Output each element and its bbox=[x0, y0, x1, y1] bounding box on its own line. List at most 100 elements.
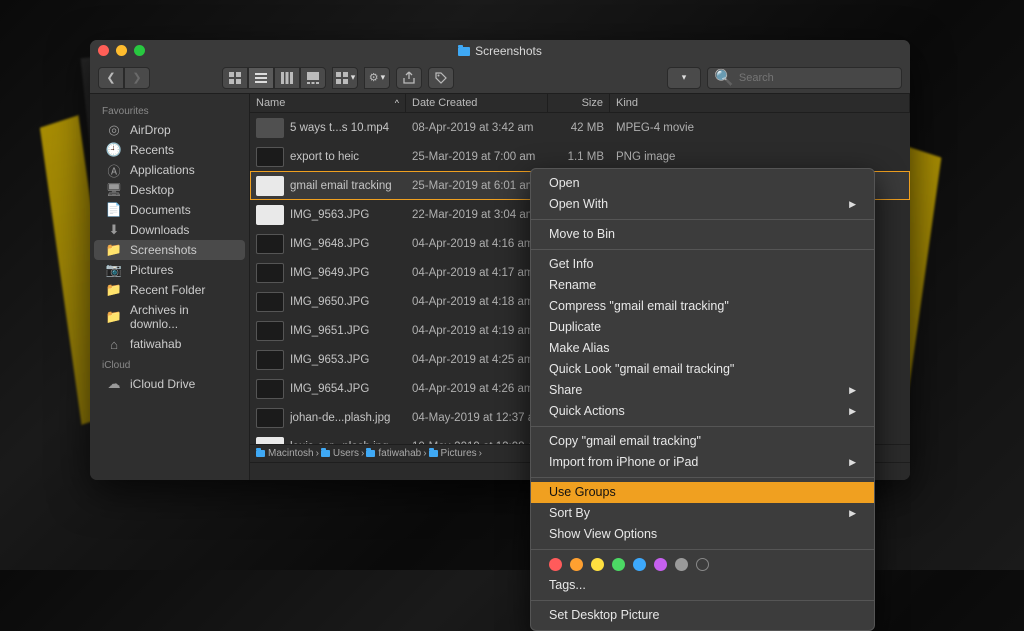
sidebar-item-desktop[interactable]: 🖥Desktop bbox=[94, 180, 245, 200]
menu-item-label: Open With bbox=[549, 196, 608, 213]
menu-separator bbox=[531, 219, 874, 220]
sidebar-item-archives-in-downlo-[interactable]: 📁Archives in downlo... bbox=[94, 300, 245, 334]
sidebar-item-airdrop[interactable]: ◎ AirDrop bbox=[94, 120, 245, 140]
menu-item-quick-actions[interactable]: Quick Actions bbox=[531, 401, 874, 422]
toolbar: ❮ ❯ ▾ ⚙▾ ▾ 🔍 bbox=[90, 62, 910, 94]
forward-button[interactable]: ❯ bbox=[124, 67, 150, 89]
documents-icon: 📄 bbox=[106, 203, 122, 217]
list-view-button[interactable] bbox=[248, 67, 274, 89]
context-menu: OpenOpen WithMove to BinGet InfoRenameCo… bbox=[530, 168, 875, 631]
table-row[interactable]: export to heic25-Mar-2019 at 7:00 am1.1 … bbox=[250, 142, 910, 171]
menu-item-label: Sort By bbox=[549, 505, 590, 522]
minimize-button[interactable] bbox=[116, 45, 127, 56]
share-button[interactable] bbox=[396, 67, 422, 89]
menu-item-show-view-options[interactable]: Show View Options bbox=[531, 524, 874, 545]
file-thumbnail bbox=[256, 437, 284, 445]
sidebar-item-documents[interactable]: 📄Documents bbox=[94, 200, 245, 220]
folder-icon bbox=[256, 450, 265, 457]
menu-item-label: Quick Actions bbox=[549, 403, 625, 420]
recents-icon: 🕘 bbox=[106, 143, 122, 157]
tags-button[interactable] bbox=[428, 67, 454, 89]
close-button[interactable] bbox=[98, 45, 109, 56]
breadcrumb[interactable]: Users bbox=[321, 448, 359, 459]
column-date[interactable]: Date Created bbox=[406, 94, 548, 112]
file-name: 5 ways t...s 10.mp4 bbox=[290, 122, 389, 134]
sidebar-item-label: Downloads bbox=[130, 223, 189, 237]
icon-view-button[interactable] bbox=[222, 67, 248, 89]
zoom-button[interactable] bbox=[134, 45, 145, 56]
file-name: IMG_9653.JPG bbox=[290, 354, 369, 366]
menu-item-move-to-bin[interactable]: Move to Bin bbox=[531, 224, 874, 245]
file-thumbnail bbox=[256, 147, 284, 167]
menu-item-copy-gmail-email-tracking[interactable]: Copy "gmail email tracking" bbox=[531, 431, 874, 452]
sidebar-item-label: Recents bbox=[130, 143, 174, 157]
search-icon: 🔍 bbox=[714, 68, 734, 88]
breadcrumb[interactable]: fatiwahab bbox=[366, 448, 421, 459]
menu-item-rename[interactable]: Rename bbox=[531, 275, 874, 296]
column-view-button[interactable] bbox=[274, 67, 300, 89]
table-row[interactable]: 5 ways t...s 10.mp408-Apr-2019 at 3:42 a… bbox=[250, 113, 910, 142]
menu-item-get-info[interactable]: Get Info bbox=[531, 254, 874, 275]
column-name[interactable]: Name^ bbox=[250, 94, 406, 112]
sidebar-section-header: Favourites bbox=[90, 100, 249, 120]
menu-item-use-groups[interactable]: Use Groups bbox=[531, 482, 874, 503]
tag-icon bbox=[434, 71, 448, 85]
sidebar-item-recents[interactable]: 🕘 Recents bbox=[94, 140, 245, 160]
file-name: johan-de...plash.jpg bbox=[290, 412, 390, 424]
menu-item-open[interactable]: Open bbox=[531, 173, 874, 194]
menu-item-import-from-iphone-or-ipad[interactable]: Import from iPhone or iPad bbox=[531, 452, 874, 473]
gear-icon: ⚙ bbox=[369, 71, 379, 84]
file-date: 04-May-2019 at 12:37 a bbox=[406, 412, 548, 424]
file-date: 04-Apr-2019 at 4:18 am bbox=[406, 296, 548, 308]
sidebar-item-downloads[interactable]: ⬇Downloads bbox=[94, 220, 245, 240]
menu-item-tags[interactable]: Tags... bbox=[531, 575, 874, 596]
tag-color[interactable] bbox=[549, 558, 562, 571]
menu-item-label: Tags... bbox=[549, 577, 586, 594]
column-size[interactable]: Size bbox=[548, 94, 610, 112]
menu-item-set-desktop-picture[interactable]: Set Desktop Picture bbox=[531, 605, 874, 626]
file-date: 22-Mar-2019 at 3:04 am bbox=[406, 209, 548, 221]
tag-none[interactable] bbox=[696, 558, 709, 571]
tag-color[interactable] bbox=[675, 558, 688, 571]
menu-item-compress-gmail-email-tracking[interactable]: Compress "gmail email tracking" bbox=[531, 296, 874, 317]
sidebar-item-label: AirDrop bbox=[130, 123, 171, 137]
sidebar-item-icloud-drive[interactable]: ☁iCloud Drive bbox=[94, 374, 245, 394]
menu-item-open-with[interactable]: Open With bbox=[531, 194, 874, 215]
tag-color[interactable] bbox=[570, 558, 583, 571]
sidebar-item-label: Applications bbox=[130, 163, 195, 177]
menu-item-share[interactable]: Share bbox=[531, 380, 874, 401]
airdrop-icon: ◎ bbox=[106, 123, 122, 137]
tag-color[interactable] bbox=[633, 558, 646, 571]
breadcrumb-separator: › bbox=[361, 448, 364, 459]
tag-color[interactable] bbox=[612, 558, 625, 571]
menu-tag-picker bbox=[531, 554, 874, 575]
menu-item-duplicate[interactable]: Duplicate bbox=[531, 317, 874, 338]
sidebar-item-applications[interactable]: ⒶApplications bbox=[94, 160, 245, 180]
arrange-button[interactable]: ▾ bbox=[332, 67, 358, 89]
search-input[interactable] bbox=[739, 72, 895, 84]
file-thumbnail bbox=[256, 263, 284, 283]
breadcrumb[interactable]: Pictures bbox=[429, 448, 477, 459]
file-thumbnail bbox=[256, 176, 284, 196]
sidebar-item-label: Recent Folder bbox=[130, 283, 205, 297]
search-field[interactable]: 🔍 bbox=[707, 67, 902, 89]
sidebar-item-recent-folder[interactable]: 📁Recent Folder bbox=[94, 280, 245, 300]
gallery-view-button[interactable] bbox=[300, 67, 326, 89]
sidebar-item-label: Archives in downlo... bbox=[130, 303, 233, 331]
breadcrumb[interactable]: Macintosh bbox=[256, 448, 314, 459]
menu-item-make-alias[interactable]: Make Alias bbox=[531, 338, 874, 359]
sidebar-item-fatiwahab[interactable]: ⌂fatiwahab bbox=[94, 334, 245, 354]
back-button[interactable]: ❮ bbox=[98, 67, 124, 89]
tag-color[interactable] bbox=[591, 558, 604, 571]
file-name: IMG_9650.JPG bbox=[290, 296, 369, 308]
column-kind[interactable]: Kind bbox=[610, 94, 910, 112]
menu-item-sort-by[interactable]: Sort By bbox=[531, 503, 874, 524]
breadcrumb-separator: › bbox=[423, 448, 426, 459]
action-button[interactable]: ⚙▾ bbox=[364, 67, 390, 89]
sidebar-item-pictures[interactable]: 📷Pictures bbox=[94, 260, 245, 280]
sidebar: Favourites ◎ AirDrop 🕘 Recents ⒶApplications🖥… bbox=[90, 94, 250, 480]
sidebar-item-screenshots[interactable]: 📁Screenshots bbox=[94, 240, 245, 260]
dropdown-button[interactable]: ▾ bbox=[667, 67, 701, 89]
tag-color[interactable] bbox=[654, 558, 667, 571]
menu-item-quick-look-gmail-email-tracking[interactable]: Quick Look "gmail email tracking" bbox=[531, 359, 874, 380]
